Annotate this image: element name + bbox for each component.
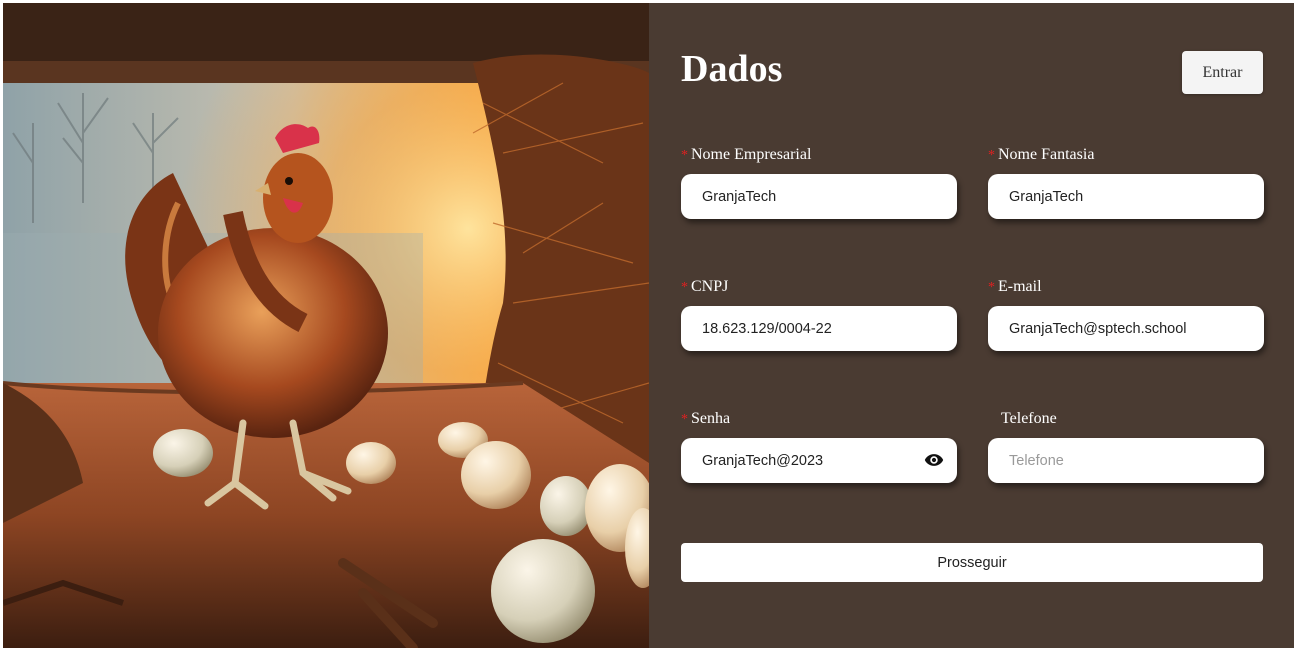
trade-name-label: * Nome Fantasia: [988, 146, 1095, 163]
field-password: * Senha: [681, 409, 957, 483]
signup-screen: Dados Entrar *Nome Empresarial *Nome Fan…: [3, 3, 1294, 648]
eye-icon[interactable]: [923, 450, 945, 470]
hen-illustration: [3, 3, 649, 648]
email-input[interactable]: [988, 306, 1264, 351]
phone-input[interactable]: [988, 438, 1264, 483]
required-marker: *: [988, 148, 995, 163]
cnpj-label: * CNPJ: [681, 278, 729, 295]
field-company-name: * Nome Empresarial: [681, 145, 957, 219]
email-input-wrapper: [988, 306, 1264, 351]
email-label: * E-mail: [988, 278, 1042, 295]
field-phone: Telefone: [988, 409, 1264, 483]
field-email: * E-mail: [988, 277, 1264, 351]
cnpj-input[interactable]: [681, 306, 957, 351]
phone-label: Telefone: [1001, 410, 1057, 427]
company-name-input-wrapper: [681, 174, 957, 219]
field-trade-name: * Nome Fantasia: [988, 145, 1264, 219]
proceed-button[interactable]: Prosseguir: [681, 543, 1263, 582]
trade-name-input-wrapper: [988, 174, 1264, 219]
field-cnpj: * CNPJ: [681, 277, 957, 351]
company-name-input[interactable]: [681, 174, 957, 219]
password-input[interactable]: [681, 438, 957, 483]
required-marker: *: [681, 280, 688, 295]
cnpj-input-wrapper: [681, 306, 957, 351]
password-input-wrapper: [681, 438, 957, 483]
company-name-label: * Nome Empresarial: [681, 146, 812, 163]
login-button[interactable]: Entrar: [1182, 51, 1263, 94]
trade-name-input[interactable]: [988, 174, 1264, 219]
phone-input-wrapper: [988, 438, 1264, 483]
hero-image-hen-with-eggs: [3, 3, 649, 648]
required-marker: *: [681, 148, 688, 163]
password-label: * Senha: [681, 410, 731, 427]
required-marker: *: [988, 280, 995, 295]
registration-panel: Dados Entrar *Nome Empresarial *Nome Fan…: [649, 3, 1294, 648]
required-marker: *: [681, 412, 688, 427]
page-title: Dados: [681, 48, 783, 90]
